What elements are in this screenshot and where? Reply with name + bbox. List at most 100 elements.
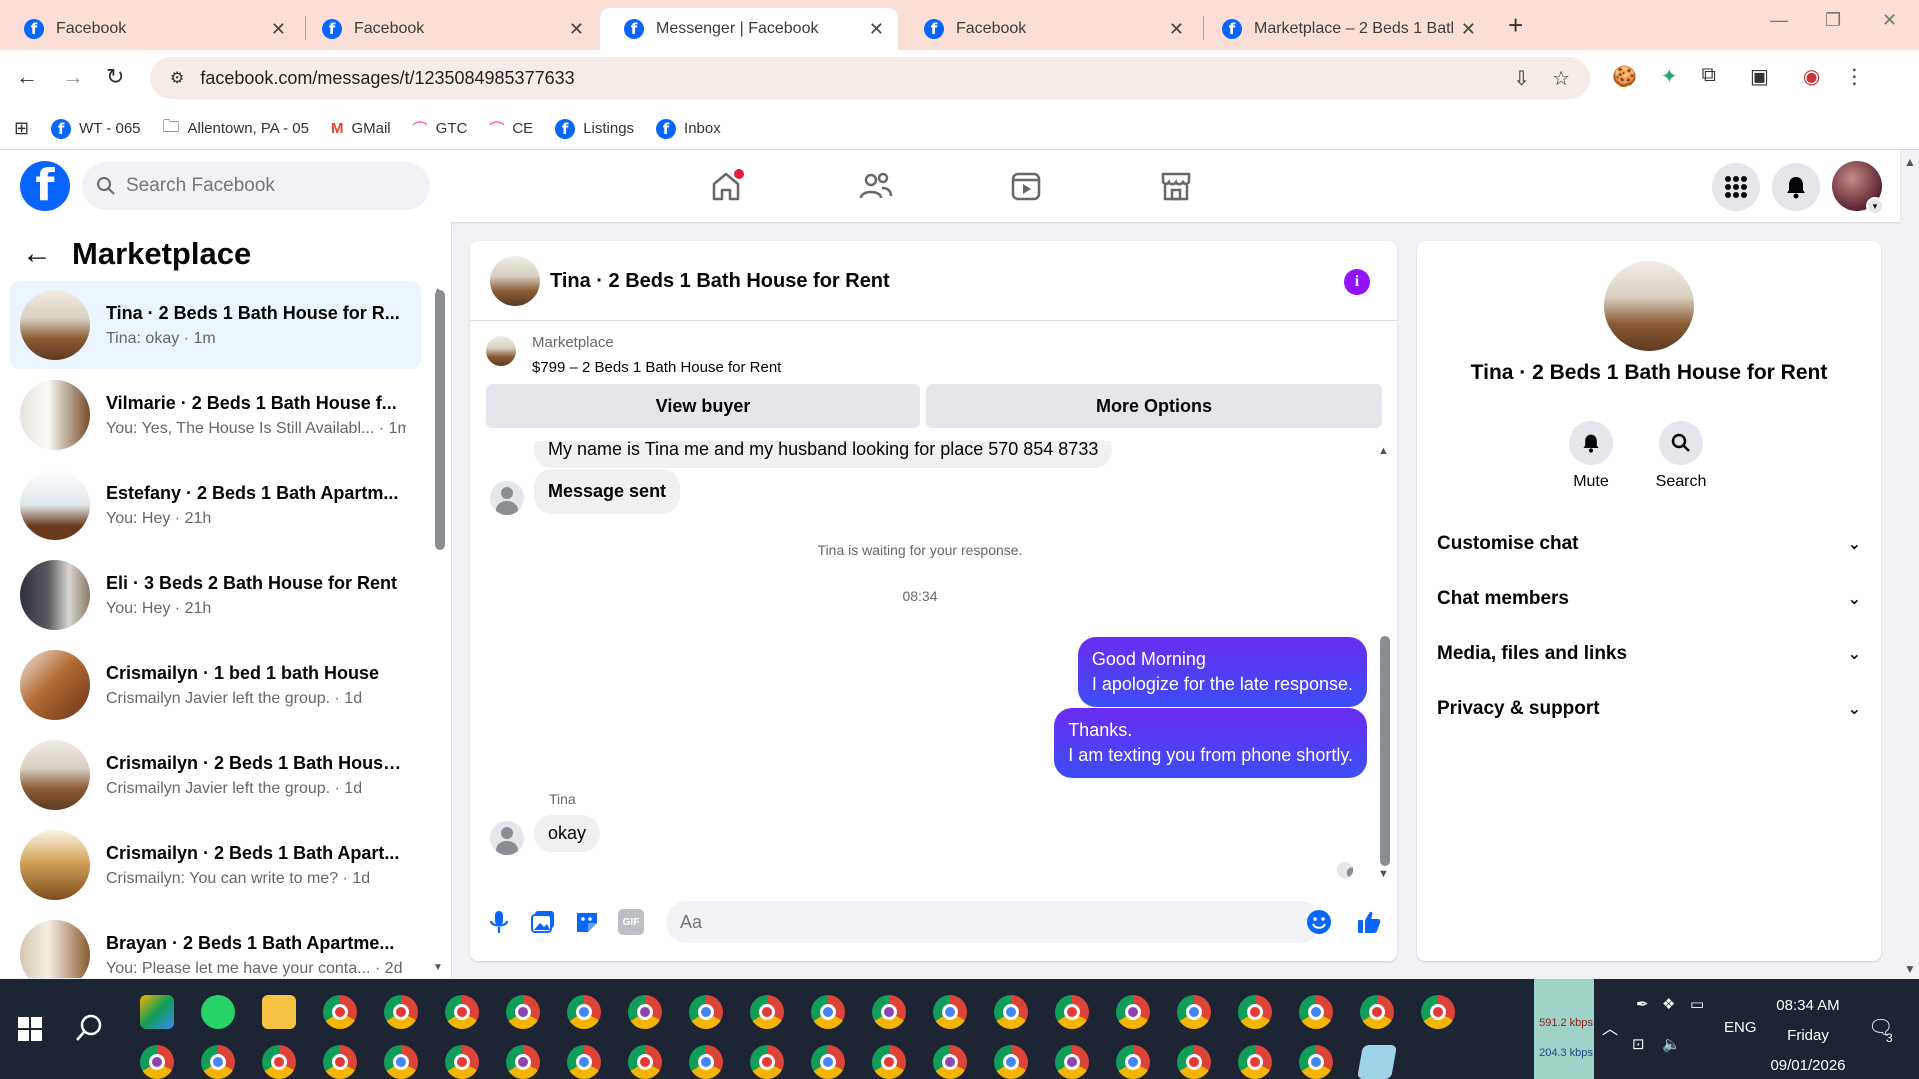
video-icon[interactable] (1008, 168, 1044, 204)
conversation-item[interactable]: Estefany · 2 Beds 1 Bath Apartm... You: … (10, 461, 421, 549)
message-input[interactable] (680, 911, 1240, 933)
chrome-icon[interactable] (811, 1045, 845, 1079)
chrome-icon[interactable] (262, 1045, 296, 1079)
install-app-icon[interactable]: ⇩ (1513, 66, 1530, 91)
chrome-icon[interactable] (933, 1045, 967, 1079)
close-tab-icon[interactable]: ✕ (869, 19, 884, 40)
language-indicator[interactable]: ENG (1724, 1019, 1757, 1036)
extension-icon[interactable]: ✦ (1661, 64, 1678, 89)
thumbs-up-icon[interactable] (1356, 909, 1382, 935)
conversation-item[interactable]: Crismailyn · 2 Beds 1 Bath Apart... Cris… (10, 821, 421, 909)
view-buyer-button[interactable]: View buyer (486, 384, 920, 428)
gif-icon[interactable]: GIF (618, 909, 644, 935)
chrome-icon[interactable] (1299, 1045, 1333, 1079)
bookmark-allentown[interactable]: 🗀 Allentown, PA - 05 (163, 114, 309, 143)
browser-tab-5[interactable]: f Marketplace – 2 Beds 1 Bath Ho ✕ (1198, 8, 1490, 50)
chat-members-section[interactable]: Chat members ⌄ (1437, 579, 1861, 619)
chrome-icon[interactable] (689, 1045, 723, 1079)
customise-chat-section[interactable]: Customise chat ⌄ (1437, 524, 1861, 564)
chrome-icon[interactable] (384, 995, 418, 1029)
menu-grid-button[interactable] (1712, 163, 1760, 211)
conversation-list-scrollbar[interactable] (435, 290, 445, 550)
chrome-icon[interactable] (201, 1045, 235, 1079)
more-options-button[interactable]: More Options (926, 384, 1382, 428)
chrome-icon[interactable] (567, 1045, 601, 1079)
scroll-down-arrow-icon[interactable]: ▼ (1378, 868, 1389, 880)
chrome-icon[interactable] (872, 1045, 906, 1079)
apps-grid-icon[interactable]: ⊞ (14, 118, 29, 139)
reload-icon[interactable]: ↻ (106, 64, 124, 90)
chrome-icon[interactable] (628, 1045, 662, 1079)
profile-icon[interactable]: ◉ (1803, 64, 1820, 89)
marketplace-icon[interactable] (1158, 168, 1194, 204)
notifications-button[interactable] (1772, 163, 1820, 211)
sticker-icon[interactable] (574, 909, 600, 935)
chrome-icon[interactable] (1116, 995, 1150, 1029)
chrome-icon[interactable] (750, 1045, 784, 1079)
bookmark-gmail[interactable]: M GMail (331, 120, 391, 137)
bookmark-star-icon[interactable]: ☆ (1552, 66, 1570, 91)
chrome-icon[interactable] (506, 1045, 540, 1079)
system-clock[interactable]: 08:34 AM Friday 09/01/2026 (1758, 991, 1858, 1079)
restore-window-button[interactable]: ❐ (1825, 10, 1841, 31)
chrome-icon[interactable] (1299, 995, 1333, 1029)
conversation-item[interactable]: Brayan · 2 Beds 1 Bath Apartme... You: P… (10, 911, 421, 978)
chrome-icon[interactable] (933, 995, 967, 1029)
chrome-icon[interactable] (750, 995, 784, 1029)
site-settings-icon[interactable]: ⚙ (170, 68, 184, 88)
chrome-icon[interactable] (1177, 995, 1211, 1029)
info-icon[interactable]: i (1344, 269, 1370, 295)
address-bar[interactable]: ⚙ facebook.com/messages/t/12350849853776… (150, 57, 1590, 99)
facebook-logo-icon[interactable]: f (20, 161, 70, 211)
browser-menu-icon[interactable]: ⋮ (1844, 64, 1864, 89)
browser-tab-3-active[interactable]: f Messenger | Facebook ✕ (600, 8, 898, 50)
conversation-item[interactable]: Crismailyn · 2 Beds 1 Bath House... Cris… (10, 731, 421, 819)
friends-icon[interactable] (858, 168, 894, 204)
photo-gallery-icon[interactable] (530, 909, 556, 935)
chrome-icon[interactable] (384, 1045, 418, 1079)
browser-tab-2[interactable]: f Facebook ✕ (298, 8, 598, 50)
conversation-item[interactable]: Vilmarie · 2 Beds 1 Bath House f... You:… (10, 371, 421, 459)
chrome-icon[interactable] (323, 995, 357, 1029)
conversation-item[interactable]: Tina · 2 Beds 1 Bath House for R... Tina… (10, 281, 421, 369)
search-input[interactable] (126, 175, 406, 197)
contact-avatar[interactable] (1604, 261, 1694, 351)
chrome-icon[interactable] (506, 995, 540, 1029)
chrome-icon[interactable] (1116, 1045, 1150, 1079)
chrome-icon[interactable] (1055, 1045, 1089, 1079)
mute-button[interactable]: Mute (1551, 421, 1631, 491)
chevron-down-icon[interactable]: ▾ (1866, 197, 1884, 215)
dropbox-icon[interactable]: ❖ (1662, 995, 1675, 1013)
chrome-icon[interactable] (994, 995, 1028, 1029)
chrome-icon[interactable] (1421, 995, 1455, 1029)
chat-title[interactable]: Tina · 2 Beds 1 Bath House for Rent (550, 270, 890, 293)
close-tab-icon[interactable]: ✕ (1169, 19, 1184, 40)
browser-tab-1[interactable]: f Facebook ✕ (0, 8, 300, 50)
conversation-item[interactable]: Crismailyn · 1 bed 1 bath House Crismail… (10, 641, 421, 729)
puzzle-extensions-icon[interactable]: ⧉ (1702, 64, 1716, 89)
media-files-links-section[interactable]: Media, files and links ⌄ (1437, 634, 1861, 674)
new-tab-button[interactable]: + (1508, 10, 1523, 41)
message-input-field[interactable] (666, 901, 1321, 943)
chrome-icon[interactable] (1238, 995, 1272, 1029)
page-scroll-up-arrow-icon[interactable]: ▲ (1904, 155, 1916, 169)
chrome-icon[interactable] (1238, 1045, 1272, 1079)
facebook-search-box[interactable] (82, 162, 430, 210)
chrome-icon[interactable] (1055, 995, 1089, 1029)
chrome-icon[interactable] (872, 995, 906, 1029)
scroll-up-arrow-icon[interactable]: ▲ (1378, 445, 1389, 457)
volume-icon[interactable]: 🔈 (1662, 1035, 1681, 1053)
windows-start-icon[interactable] (18, 1017, 42, 1041)
close-tab-icon[interactable]: ✕ (569, 19, 584, 40)
bookmark-ce[interactable]: ⌒ CE (489, 118, 533, 139)
back-icon[interactable]: ← (16, 64, 38, 90)
search-in-chat-button[interactable]: Search (1641, 421, 1721, 491)
battery-icon[interactable]: ▭ (1690, 995, 1704, 1013)
chat-avatar[interactable] (490, 256, 540, 306)
microphone-icon[interactable] (486, 909, 512, 935)
bookmark-wt-065[interactable]: f WT - 065 (51, 118, 141, 139)
chrome-icon[interactable] (323, 1045, 357, 1079)
close-tab-icon[interactable]: ✕ (1461, 19, 1476, 40)
app-icon[interactable] (1357, 1045, 1397, 1079)
network-icon[interactable]: ⊡ (1632, 1035, 1645, 1053)
